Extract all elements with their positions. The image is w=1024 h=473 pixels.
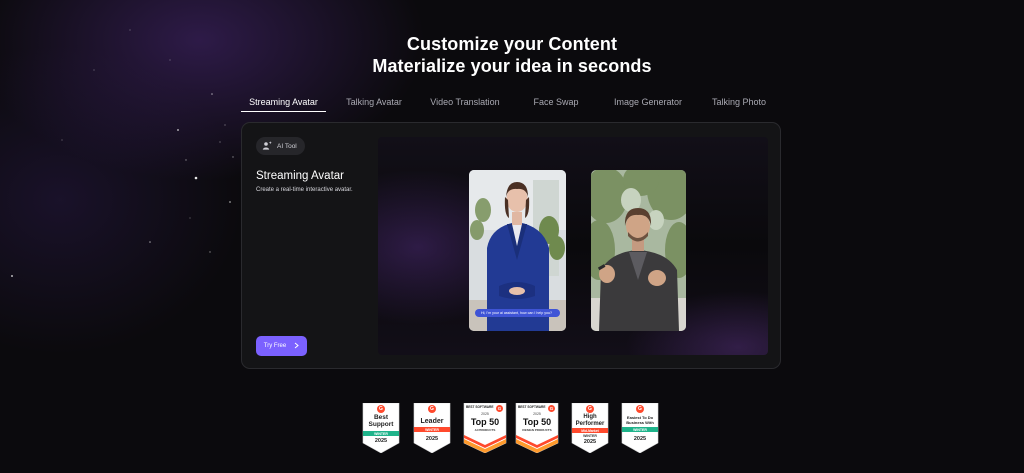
g2-logo-icon: G bbox=[636, 405, 644, 413]
g2-logo-icon: G bbox=[496, 405, 503, 412]
award-ribbon: WINTER bbox=[633, 427, 647, 432]
award-title-line-1: Top 50 bbox=[522, 417, 552, 427]
feature-tabs: Streaming Avatar Talking Avatar Video Tr… bbox=[241, 95, 781, 115]
award-title-line-2: Business With bbox=[626, 420, 654, 425]
award-leader: G Leader WINTER 2025 bbox=[413, 403, 451, 453]
award-ribbon: WINTER bbox=[374, 431, 388, 436]
g2-logo-icon: G bbox=[377, 405, 385, 413]
chevron-right-icon bbox=[294, 342, 299, 351]
g2-logo-icon: G bbox=[548, 405, 555, 412]
award-sub: DESIGN PRODUCTS bbox=[522, 428, 552, 432]
award-year: 2025 bbox=[374, 438, 388, 444]
award-title-line-2: Support bbox=[368, 421, 394, 428]
award-year: 2025 bbox=[633, 436, 647, 442]
g2-logo-icon: G bbox=[428, 405, 436, 413]
award-top50-design: G BEST SOFTWARE 2025 Top 50 DESIGN PRODU… bbox=[515, 403, 559, 453]
award-title-line-1: Top 50 bbox=[470, 417, 500, 427]
assistant-caption: Hi, I'm your ai assistant, how can I hel… bbox=[475, 309, 560, 317]
tab-image-generator[interactable]: Image Generator bbox=[609, 95, 687, 112]
tab-video-translation[interactable]: Video Translation bbox=[424, 95, 506, 112]
page-headline: Customize your Content Materialize your … bbox=[0, 33, 1024, 77]
avatar-video-woman[interactable]: Hi, I'm your ai assistant, how can I hel… bbox=[469, 170, 566, 331]
award-best-support: G Best Support WINTER 2025 bbox=[362, 403, 400, 453]
badge-label: AI Tool bbox=[277, 142, 297, 150]
award-easiest-to-do-business: G Easiest To Do Business With WINTER 2025 bbox=[621, 403, 659, 453]
tab-face-swap[interactable]: Face Swap bbox=[524, 95, 588, 112]
g2-logo-icon: G bbox=[586, 405, 594, 413]
award-title-line-2: Performer bbox=[575, 420, 605, 427]
award-year: 2025 bbox=[425, 436, 439, 442]
award-ribbon: WINTER bbox=[425, 427, 439, 432]
woman-in-blue-suit-image bbox=[469, 170, 566, 331]
card-description: Create a real-time interactive avatar. bbox=[256, 187, 353, 193]
award-high-performer: G High Performer Mid-Market WINTER 2025 bbox=[571, 403, 609, 453]
award-ribbon: WINTER bbox=[583, 434, 597, 438]
ai-tool-badge: AI Tool bbox=[256, 137, 305, 155]
user-sparkle-icon bbox=[262, 140, 272, 152]
try-free-button[interactable]: Try Free bbox=[256, 336, 307, 356]
award-kicker: BEST SOFTWARE bbox=[466, 405, 494, 409]
award-top50-ai: G BEST SOFTWARE 2025 Top 50 AI PRODUCTS bbox=[463, 403, 507, 453]
awards-row: G Best Support WINTER 2025 G Leader WINTE… bbox=[362, 403, 662, 455]
feature-card: AI Tool Streaming Avatar Create a real-t… bbox=[241, 122, 781, 369]
tab-streaming-avatar[interactable]: Streaming Avatar bbox=[241, 95, 326, 112]
award-sub: AI PRODUCTS bbox=[474, 428, 496, 432]
headline-line-2: Materialize your idea in seconds bbox=[372, 56, 652, 76]
award-year: 2025 bbox=[583, 439, 597, 445]
award-title-line-1: Best bbox=[373, 414, 389, 421]
try-free-label: Try Free bbox=[263, 343, 287, 349]
tab-talking-photo[interactable]: Talking Photo bbox=[703, 95, 775, 112]
demo-preview-panel: Hi, I'm your ai assistant, how can I hel… bbox=[378, 137, 768, 355]
award-kicker: BEST SOFTWARE bbox=[518, 405, 546, 409]
award-year: 2025 bbox=[533, 412, 541, 416]
man-outdoors-gesturing-image bbox=[591, 170, 686, 331]
award-year: 2025 bbox=[481, 412, 489, 416]
award-title-line-1: Leader bbox=[420, 418, 444, 425]
tab-talking-avatar[interactable]: Talking Avatar bbox=[334, 95, 414, 112]
card-title: Streaming Avatar bbox=[256, 170, 345, 182]
award-sub: Mid-Market bbox=[581, 428, 599, 433]
avatar-video-man[interactable] bbox=[591, 170, 686, 331]
headline-line-1: Customize your Content bbox=[406, 34, 618, 54]
